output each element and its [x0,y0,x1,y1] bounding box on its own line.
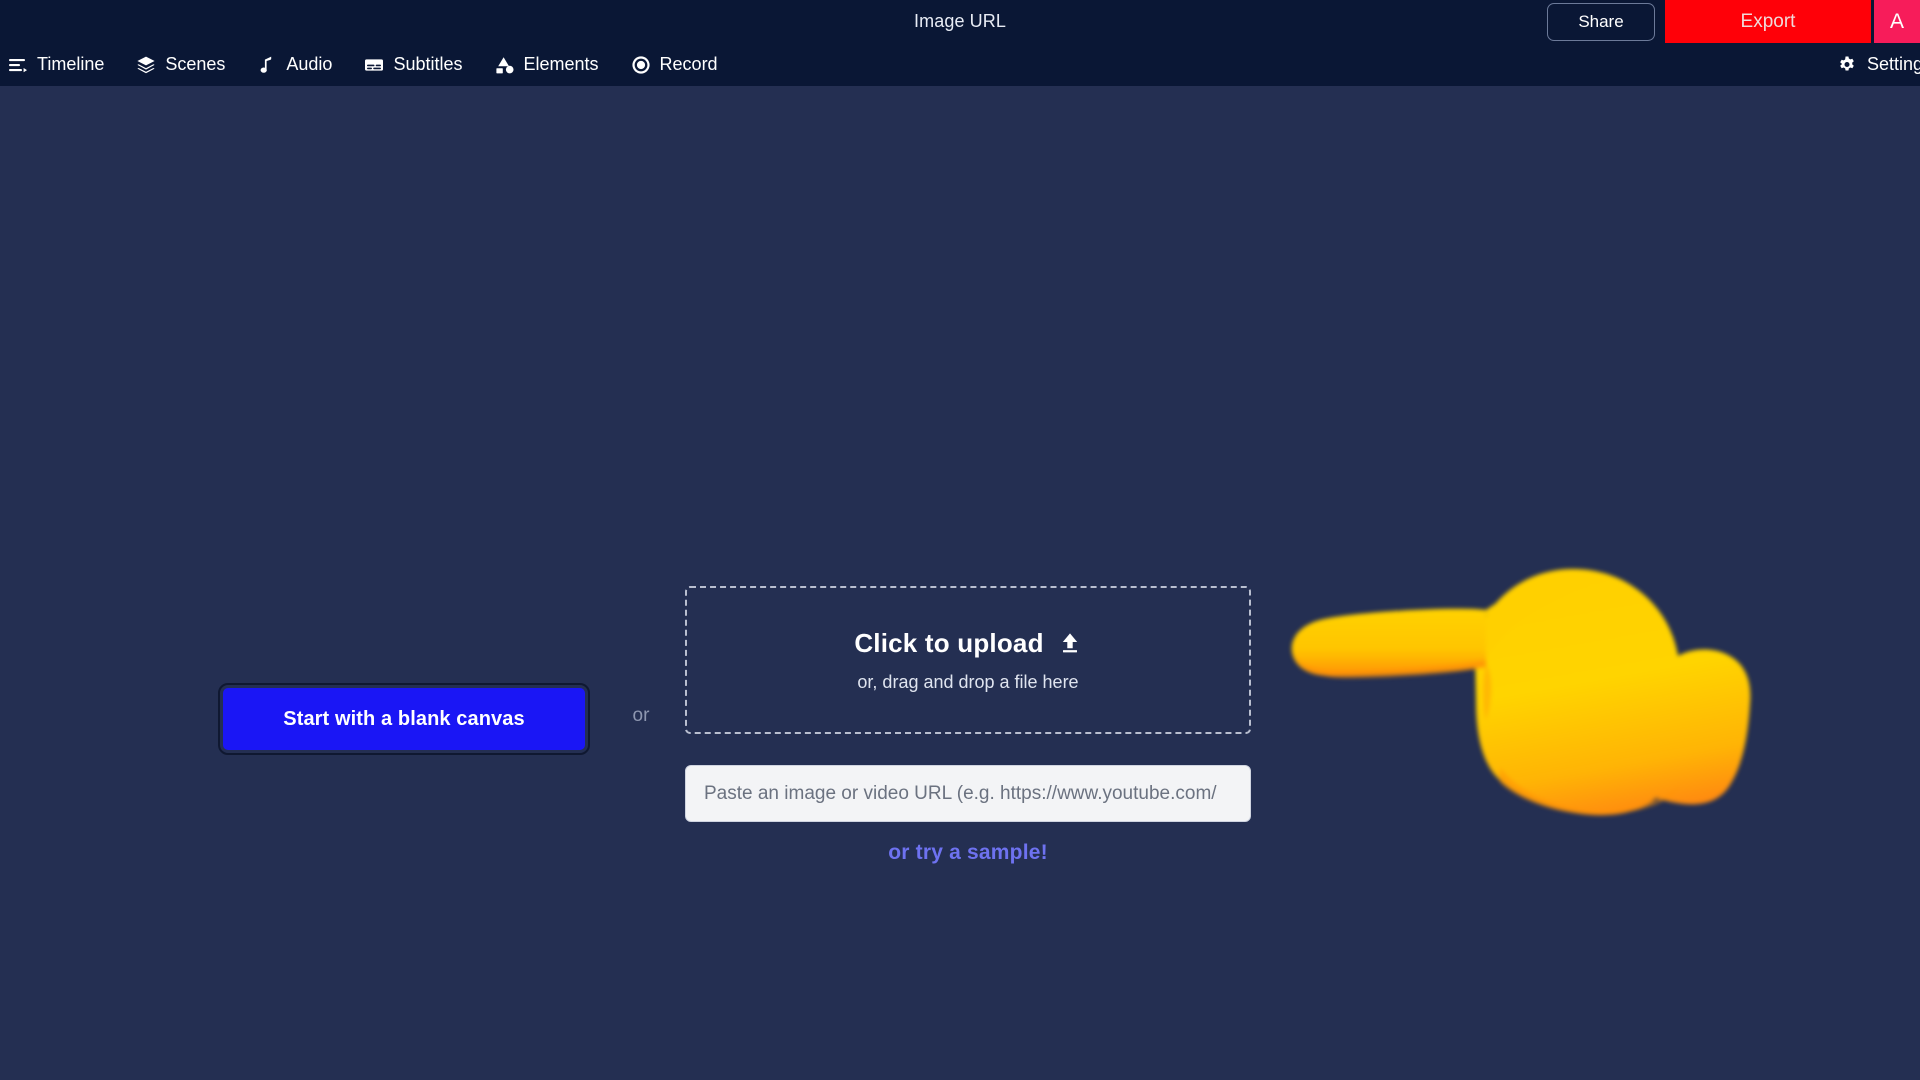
avatar[interactable]: A [1874,0,1920,43]
gear-icon [1837,55,1857,75]
nav-item-audio[interactable]: Audio [241,43,348,86]
music-note-icon [257,55,277,75]
top-bar: Image URL Share Export A [0,0,1920,43]
nav-item-label: Timeline [37,54,105,74]
settings-label: Settings [1866,54,1920,74]
nav-item-label: Subtitles [393,54,463,74]
settings-button[interactable]: Settings [1837,54,1920,75]
nav-item-label: Scenes [165,54,226,74]
upload-headline-text: Click to upload [854,627,1044,658]
nav-item-record[interactable]: Record [615,43,734,86]
shapes-icon [495,55,515,75]
export-button[interactable]: Export [1665,0,1871,43]
topbar-actions: Share Export A [1547,0,1920,43]
layers-icon [136,55,156,75]
upload-subtext: or, drag and drop a file here [857,671,1079,692]
upload-dropzone[interactable]: Click to upload or, drag and drop a file… [685,586,1251,734]
timeline-icon [8,55,28,75]
nav-bar: Timeline Scenes Audio Subtitles Elements… [0,43,1920,86]
subtitles-icon [364,55,384,75]
nav-item-label: Record [659,54,718,74]
share-button[interactable]: Share [1547,2,1655,41]
nav-item-subtitles[interactable]: Subtitles [348,43,478,86]
blank-canvas-focus-ring: Start with a blank canvas [218,683,590,755]
backhand-index-pointing-left-emoji [1290,506,1760,836]
url-input[interactable] [685,765,1251,822]
editor-canvas-stage: Start with a blank canvas or Click to up… [0,86,1920,1080]
record-circle-icon [631,55,651,75]
nav-item-elements[interactable]: Elements [479,43,615,86]
nav-item-label: Audio [286,54,333,74]
try-a-sample-link[interactable]: or try a sample! [685,841,1251,865]
upload-arrow-icon [1058,631,1082,655]
nav-item-label: Elements [523,54,599,74]
or-divider-label: or [632,705,650,726]
nav-item-timeline[interactable]: Timeline [0,43,120,86]
start-blank-canvas-button[interactable]: Start with a blank canvas [223,688,585,750]
upload-headline: Click to upload [854,628,1081,659]
nav-item-scenes[interactable]: Scenes [120,43,241,86]
